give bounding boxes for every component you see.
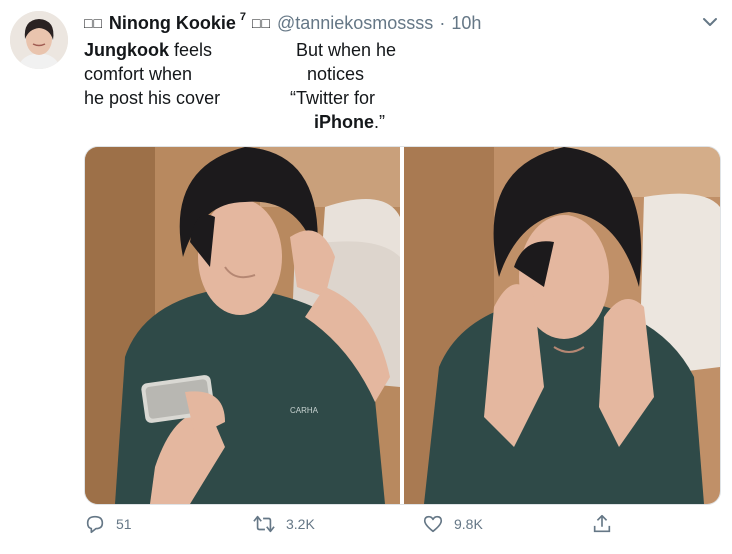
text-line2: comfort when bbox=[84, 64, 193, 84]
text-line1: feels bbox=[169, 40, 213, 60]
tweet-media[interactable]: CARHA bbox=[84, 146, 721, 505]
tweet-text-left: Jungkook feels comfort when he post his … bbox=[84, 38, 220, 110]
display-name[interactable]: Ninong Kookie bbox=[109, 13, 236, 34]
like-count: 9.8K bbox=[454, 516, 483, 532]
time-separator: · bbox=[439, 12, 446, 33]
reply-action[interactable]: 51 bbox=[84, 513, 132, 535]
share-action[interactable] bbox=[591, 513, 613, 535]
text-r-line1: But when he bbox=[296, 40, 397, 60]
name-prefix-glyph: □□ bbox=[84, 15, 103, 31]
photo-left[interactable]: CARHA bbox=[85, 147, 400, 504]
tweet-time[interactable]: 10h bbox=[451, 13, 481, 34]
chevron-down-icon[interactable] bbox=[700, 14, 720, 35]
text-r-line3: “Twitter for bbox=[290, 88, 376, 108]
share-icon[interactable] bbox=[591, 513, 613, 535]
retweet-icon[interactable] bbox=[252, 513, 276, 535]
text-bold-jungkook: Jungkook bbox=[84, 40, 170, 60]
user-handle[interactable]: @tanniekosmossss bbox=[277, 13, 433, 34]
avatar[interactable] bbox=[10, 11, 68, 69]
svg-text:CARHA: CARHA bbox=[290, 406, 319, 415]
photo-right[interactable] bbox=[404, 147, 720, 504]
tweet-header: □□ Ninong Kookie 7 □□ @tanniekosmossss ·… bbox=[84, 10, 481, 36]
retweet-count: 3.2K bbox=[286, 516, 315, 532]
name-suffix-glyph: □□ bbox=[252, 15, 271, 31]
reply-count: 51 bbox=[116, 516, 132, 532]
text-bold-iphone: iPhone bbox=[314, 112, 375, 132]
text-line3: he post his cover bbox=[84, 88, 221, 108]
name-superscript: 7 bbox=[239, 11, 247, 23]
retweet-action[interactable]: 3.2K bbox=[252, 513, 315, 535]
text-r-line4: .” bbox=[374, 112, 386, 132]
reply-icon[interactable] bbox=[84, 513, 106, 535]
like-action[interactable]: 9.8K bbox=[422, 513, 483, 535]
like-icon[interactable] bbox=[422, 513, 444, 535]
text-r-line2: notices bbox=[307, 64, 365, 84]
tweet-actions: 51 3.2K 9.8K bbox=[0, 513, 732, 543]
